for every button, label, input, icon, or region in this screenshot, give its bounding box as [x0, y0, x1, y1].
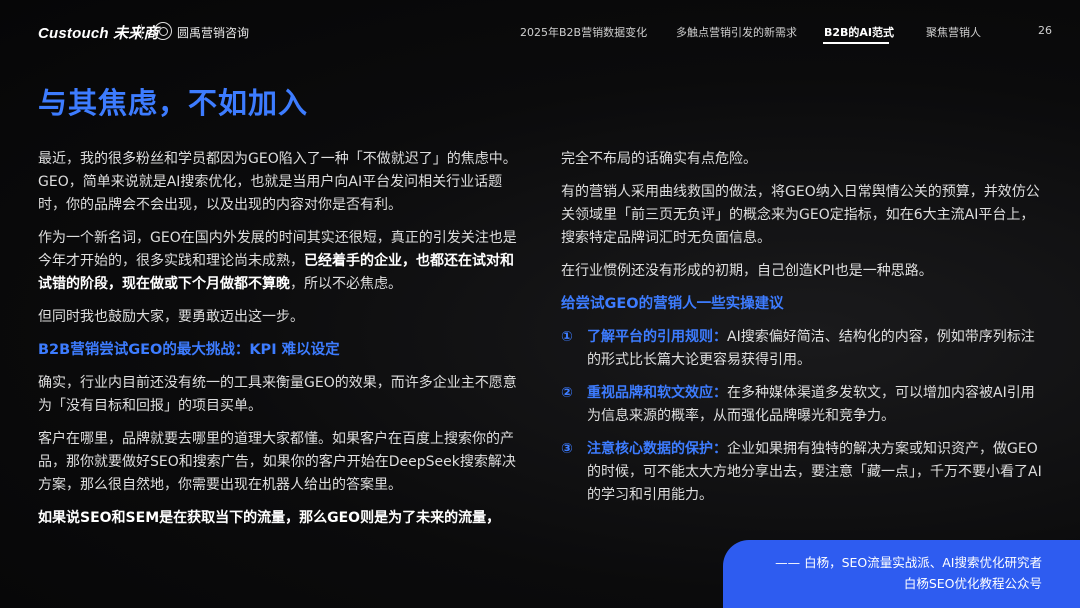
section-subheading: 给尝试GEO的营销人一些实操建议	[561, 296, 784, 312]
paragraph: 最近，我的很多粉丝和学员都因为GEO陷入了一种「不做就迟了」的焦虑中。GEO，简…	[38, 151, 517, 213]
paragraph: 有的营销人采用曲线救国的做法，将GEO纳入日常舆情公关的预算，并效仿公关领域里「…	[561, 184, 1040, 246]
paragraph: 作为一个新名词，GEO在国内外发展的时间其实还很短，真正的引发关注也是今年才开始…	[38, 230, 517, 292]
tip-item: ① 了解平台的引用规则：AI搜索偏好简洁、结构化的内容，例如带序列标注的形式比长…	[561, 326, 1043, 372]
nav-tab-multitouch[interactable]: 多触点营销引发的新需求	[676, 24, 797, 40]
tip-heading: 重视品牌和软文效应：	[587, 385, 727, 401]
paragraph: 客户在哪里，品牌就要去哪里的道理大家都懂。如果客户在百度上搜索你的产品，那你就要…	[38, 431, 516, 493]
tip-number: ③	[561, 441, 573, 457]
header: Custouch 未来商 圆禹营销咨询 2025年B2B营销数据变化 多触点营销…	[0, 0, 1080, 62]
tip-item: ② 重视品牌和软文效应：在多种媒体渠道多发软文，可以增加内容被AI引用为信息来源…	[561, 382, 1043, 428]
quote-attribution-box: —— 白杨，SEO流量实战派、AI搜索优化研究者 白杨SEO优化教程公众号	[723, 540, 1080, 608]
quote-author: —— 白杨，SEO流量实战派、AI搜索优化研究者	[775, 555, 1042, 570]
right-column: 完全不布局的话确实有点危险。 有的营销人采用曲线救国的做法，将GEO纳入日常舆情…	[561, 148, 1043, 517]
paragraph-emphasis: 如果说SEO和SEM是在获取当下的流量，那么GEO则是为了未来的流量，	[38, 510, 501, 526]
tip-number: ②	[561, 385, 573, 401]
nav-active-indicator	[823, 42, 889, 44]
paragraph: 但同时我也鼓励大家，要勇敢迈出这一步。	[38, 309, 304, 325]
quote-source: 白杨SEO优化教程公众号	[903, 576, 1042, 591]
yuanyu-logo-icon	[154, 22, 172, 40]
page-title: 与其焦虑，不如加入	[38, 86, 309, 120]
nav-tab-ai-paradigm[interactable]: B2B的AI范式	[824, 24, 894, 40]
yuanyu-logo-text: 圆禹营销咨询	[177, 26, 250, 40]
left-column: 最近，我的很多粉丝和学员都因为GEO陷入了一种「不做就迟了」的焦虑中。GEO，简…	[38, 148, 526, 530]
logo-divider	[141, 24, 142, 40]
tip-heading: 了解平台的引用规则：	[587, 329, 727, 345]
tip-item: ③ 注意核心数据的保护：企业如果拥有独特的解决方案或知识资产，做GEO的时候，可…	[561, 438, 1043, 507]
nav-tab-data-changes[interactable]: 2025年B2B营销数据变化	[520, 24, 647, 40]
tip-heading: 注意核心数据的保护：	[587, 441, 727, 457]
paragraph: 完全不布局的话确实有点危险。	[561, 151, 757, 167]
page-number: 26	[1038, 24, 1052, 37]
nav-tab-marketers[interactable]: 聚焦营销人	[926, 24, 981, 40]
paragraph: 确实，行业内目前还没有统一的工具来衡量GEO的效果，而许多企业主不愿意为「没有目…	[38, 375, 517, 414]
paragraph: 在行业惯例还没有形成的初期，自己创造KPI也是一种思路。	[561, 263, 933, 279]
section-subheading: B2B营销尝试GEO的最大挑战：KPI 难以设定	[38, 342, 340, 358]
tip-number: ①	[561, 329, 573, 345]
